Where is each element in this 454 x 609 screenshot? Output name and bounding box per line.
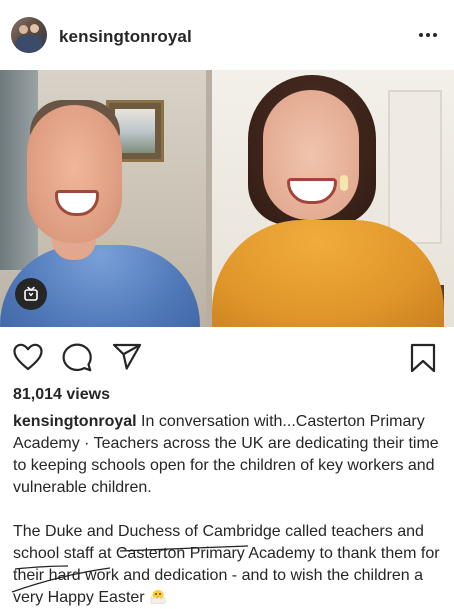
caption-paragraph-2: The Duke and Duchess of Cambridge called… [13,521,443,609]
username-link[interactable]: kensingtonroyal [59,27,192,47]
igtv-icon[interactable] [15,278,47,310]
caption-text-2: The Duke and Duchess of Cambridge called… [13,523,440,606]
caption-username[interactable]: kensingtonroyal [13,413,137,430]
send-icon[interactable] [112,343,142,371]
post-caption: kensingtonroyal In conversation with...C… [13,411,443,609]
view-count[interactable]: 81,014 views [13,386,110,404]
post-header: kensingtonroyal [0,0,454,70]
comment-icon[interactable] [62,343,92,372]
avatar[interactable] [11,17,47,53]
post-media[interactable] [0,70,454,327]
more-horizontal-icon[interactable] [418,28,438,42]
hatching-chick-emoji [150,590,165,604]
heart-icon[interactable] [13,343,43,371]
caption-paragraph-1: kensingtonroyal In conversation with...C… [13,411,443,499]
bookmark-icon[interactable] [410,343,436,373]
